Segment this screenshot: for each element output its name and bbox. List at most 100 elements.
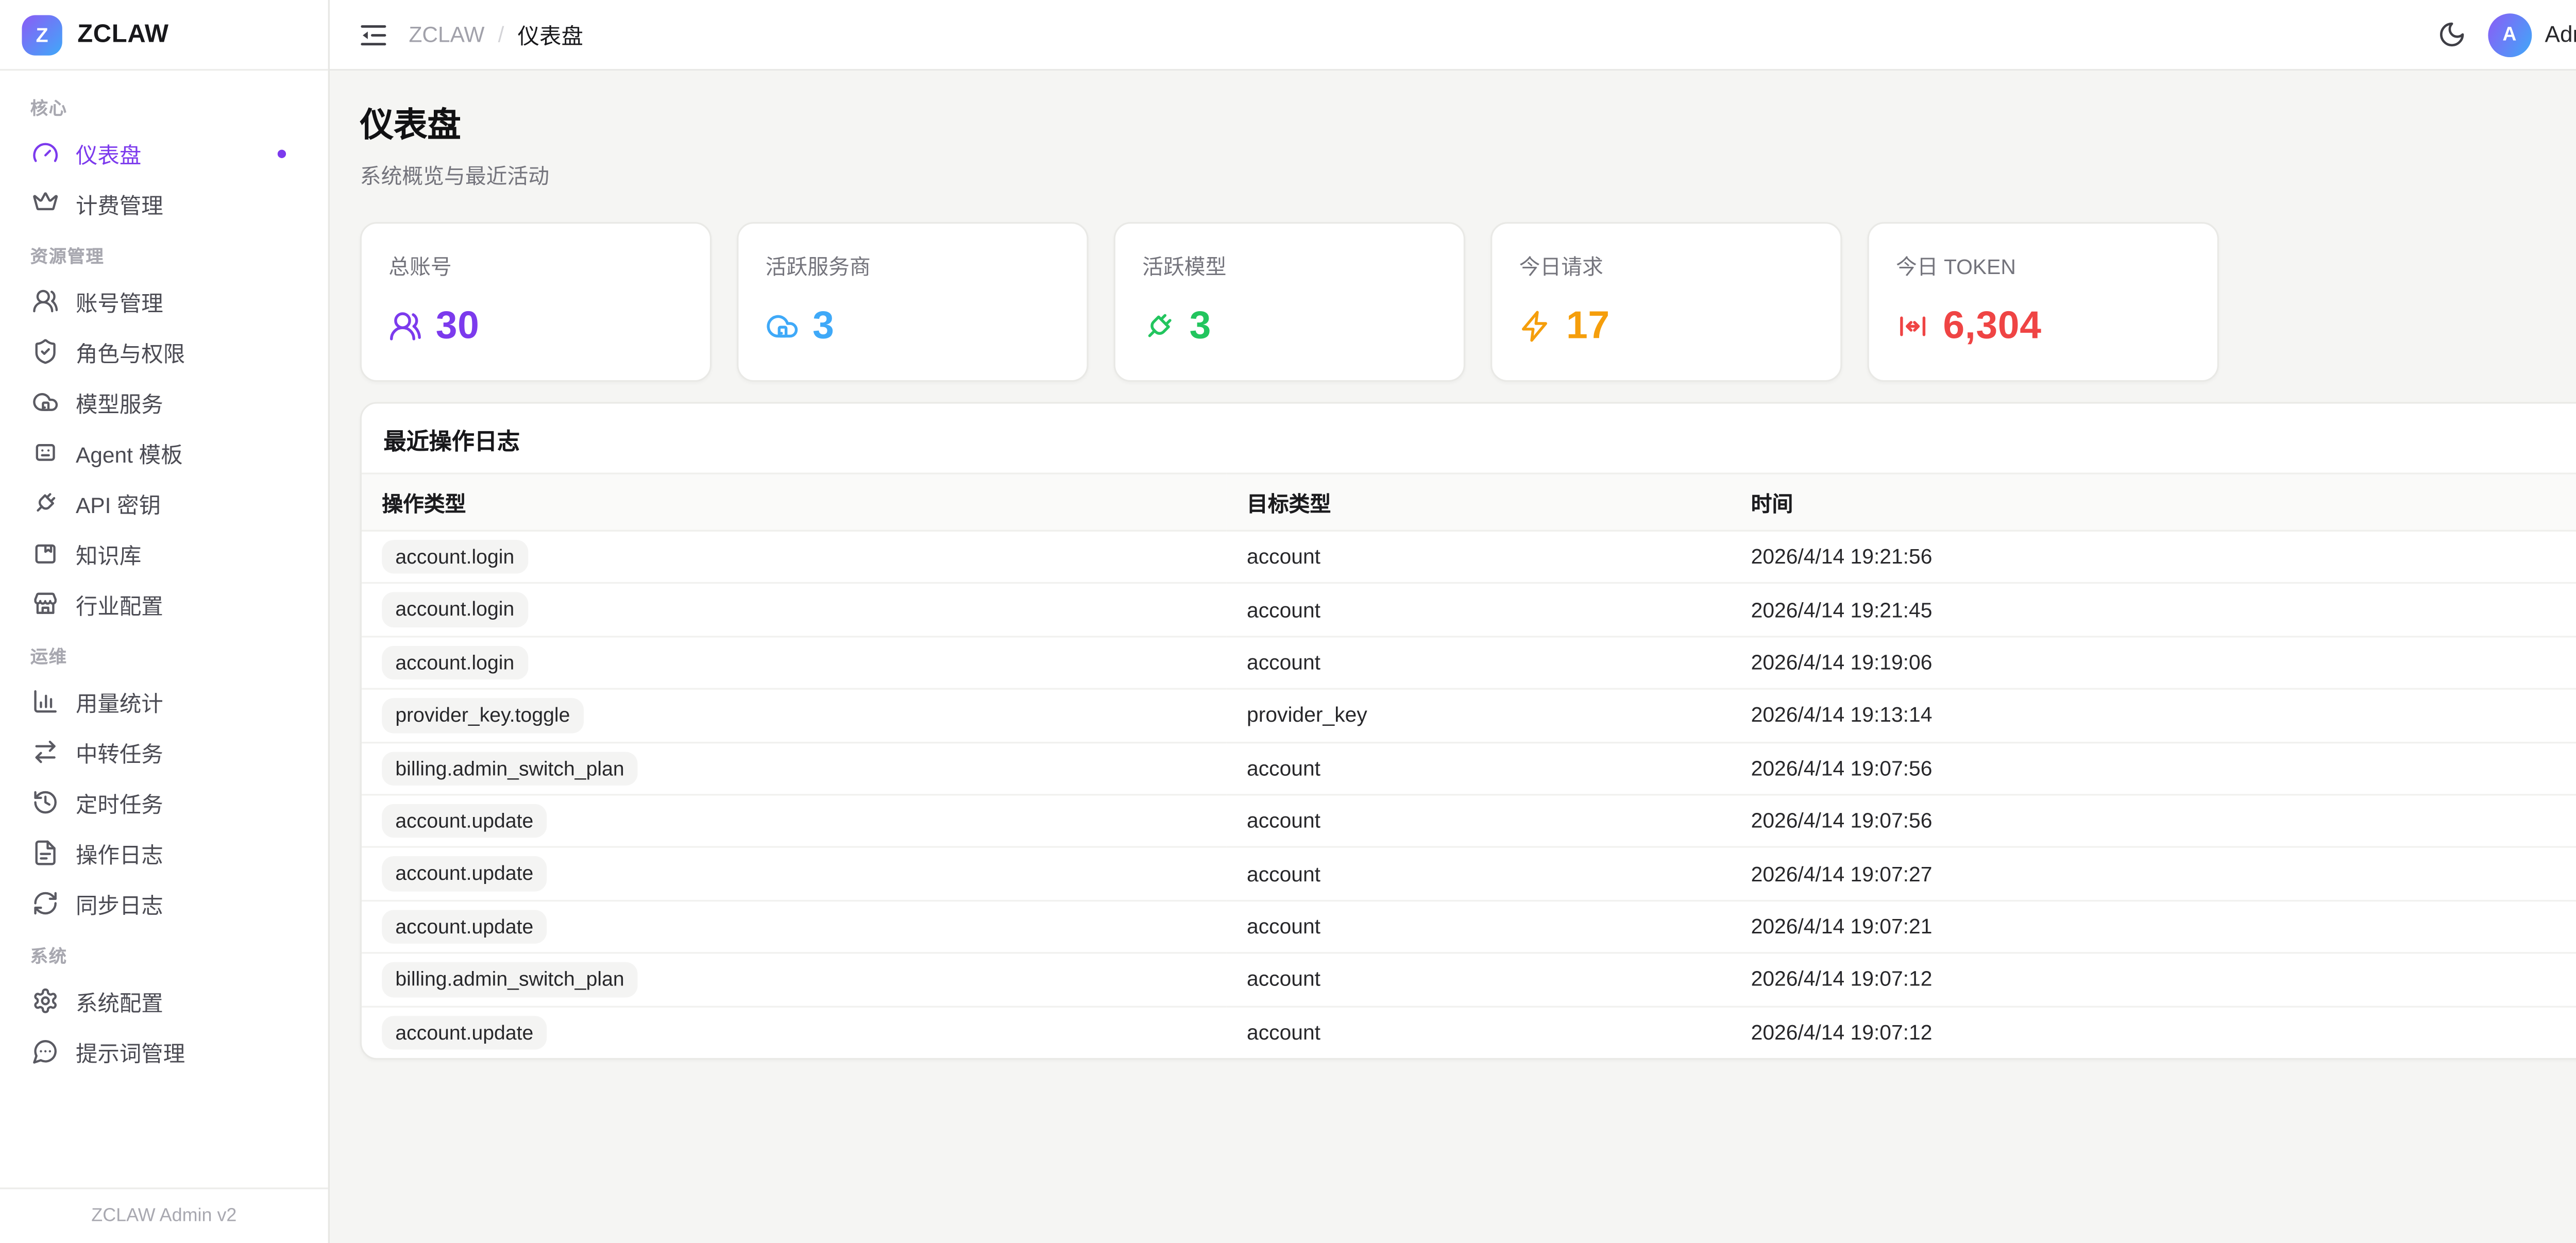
gear-icon: [32, 987, 59, 1014]
sidebar-item-usage-stats[interactable]: 用量统计: [20, 676, 308, 727]
sidebar: Z ZCLAW 核心仪表盘计费管理资源管理账号管理角色与权限模型服务Agent …: [0, 0, 330, 1243]
stat-label: 活跃模型: [1142, 249, 1436, 281]
breadcrumb-separator: /: [498, 22, 504, 47]
time-cell: 2026/4/14 19:07:21: [1731, 900, 2576, 953]
arrows-swap-icon: [32, 738, 59, 765]
time-cell: 2026/4/14 19:07:12: [1731, 953, 2576, 1006]
time-cell: 2026/4/14 19:07:56: [1731, 795, 2576, 848]
target-cell: account: [1227, 742, 1731, 795]
table-row: account.updateaccount2026/4/14 19:07:56: [362, 795, 2576, 848]
sidebar-item-agent-templates[interactable]: Agent 模板: [20, 427, 308, 478]
sidebar-item-dashboard[interactable]: 仪表盘: [20, 128, 308, 178]
dark-mode-toggle-icon[interactable]: [2437, 20, 2466, 49]
sidebar-item-label: 中转任务: [76, 736, 163, 768]
stats-grid: 总账号30活跃服务商3活跃模型3今日请求17今日 TOKEN6,304: [360, 222, 2576, 382]
target-cell: account: [1227, 953, 1731, 1006]
time-cell: 2026/4/14 19:07:56: [1731, 742, 2576, 795]
table-body: account.loginaccount2026/4/14 19:21:56ac…: [362, 531, 2576, 1058]
table-row: billing.admin_switch_planaccount2026/4/1…: [362, 953, 2576, 1006]
file-text-icon: [32, 839, 59, 866]
move-horizontal-icon: [1896, 309, 1929, 342]
table-row: account.loginaccount2026/4/14 19:21:45: [362, 584, 2576, 637]
app-version: ZCLAW Admin v2: [91, 1206, 236, 1226]
sidebar-item-label: 同步日志: [76, 887, 163, 919]
brand[interactable]: Z ZCLAW: [0, 0, 328, 71]
nav-section-label: 运维: [30, 644, 298, 670]
nav-section-label: 系统: [30, 944, 298, 969]
stat-value: 6,304: [1943, 303, 2041, 348]
table-row: account.loginaccount2026/4/14 19:21:56: [362, 531, 2576, 583]
table-row: account.loginaccount2026/4/14 19:19:06: [362, 636, 2576, 689]
time-cell: 2026/4/14 19:07:27: [1731, 847, 2576, 900]
sidebar-item-cron-tasks[interactable]: 定时任务: [20, 777, 308, 828]
sidebar-item-api-keys[interactable]: API 密钥: [20, 478, 308, 528]
sidebar-nav: 核心仪表盘计费管理资源管理账号管理角色与权限模型服务Agent 模板API 密钥…: [0, 71, 328, 1187]
operation-badge: provider_key.toggle: [382, 699, 583, 733]
sidebar-item-label: 角色与权限: [76, 335, 185, 367]
users-icon: [32, 287, 59, 314]
message-dots-icon: [32, 1038, 59, 1065]
stat-card-active-providers: 活跃服务商3: [737, 222, 1088, 382]
time-cell: 2026/4/14 19:21:56: [1731, 531, 2576, 583]
gauge-icon: [32, 140, 59, 166]
operation-badge: account.login: [382, 540, 528, 574]
sidebar-item-label: 系统配置: [76, 985, 163, 1017]
sidebar-item-billing[interactable]: 计费管理: [20, 178, 308, 229]
stat-value-row: 6,304: [1896, 303, 2190, 348]
breadcrumb-root[interactable]: ZCLAW: [409, 22, 484, 47]
user-menu[interactable]: A Admin: [2488, 12, 2576, 56]
operation-badge: account.update: [382, 857, 547, 891]
sidebar-item-industry-config[interactable]: 行业配置: [20, 578, 308, 629]
sidebar-item-label: 用量统计: [76, 686, 163, 718]
target-cell: account: [1227, 584, 1731, 637]
clock-history-icon: [32, 789, 59, 815]
time-cell: 2026/4/14 19:07:12: [1731, 1006, 2576, 1058]
breadcrumb: ZCLAW / 仪表盘: [409, 19, 583, 50]
nav-section-label: 核心: [30, 96, 298, 121]
content: 仪表盘 系统概览与最近活动 总账号30活跃服务商3活跃模型3今日请求17今日 T…: [330, 71, 2576, 1243]
stat-value: 3: [1190, 303, 1211, 348]
stat-label: 总账号: [388, 249, 683, 281]
table-title: 最近操作日志: [362, 404, 2576, 473]
sidebar-item-label: 计费管理: [76, 188, 163, 219]
cable-icon: [1142, 309, 1176, 342]
target-cell: account: [1227, 900, 1731, 953]
sidebar-item-label: 定时任务: [76, 787, 163, 819]
stat-value: 30: [436, 303, 480, 348]
time-cell: 2026/4/14 19:21:45: [1731, 584, 2576, 637]
collapse-sidebar-icon[interactable]: [359, 20, 389, 50]
stat-label: 今日请求: [1519, 249, 1814, 281]
bot-icon: [32, 439, 59, 466]
table-row: account.update account2026/4/14 19:07:21: [362, 900, 2576, 953]
sidebar-item-prompt-management[interactable]: 提示词管理: [20, 1026, 308, 1077]
avatar-initial: A: [2502, 24, 2516, 44]
sidebar-item-label: 知识库: [76, 537, 141, 569]
stat-label: 今日 TOKEN: [1896, 249, 2190, 281]
sidebar-item-relay-tasks[interactable]: 中转任务: [20, 727, 308, 777]
operation-badge: account.update: [382, 804, 547, 839]
sidebar-item-sync-logs[interactable]: 同步日志: [20, 878, 308, 928]
sidebar-item-operation-logs[interactable]: 操作日志: [20, 828, 308, 878]
column-header-time: 时间: [1731, 473, 2576, 531]
table-row: account.updateaccount2026/4/14 19:07:27: [362, 847, 2576, 900]
stat-value-row: 3: [766, 303, 1060, 348]
operation-badge: account.update: [382, 910, 547, 944]
sidebar-item-label: 操作日志: [76, 837, 163, 869]
sidebar-item-model-services[interactable]: 模型服务: [20, 377, 308, 427]
sidebar-item-knowledge-base[interactable]: 知识库: [20, 528, 308, 578]
user-name: Admin: [2545, 22, 2576, 47]
operation-badge: account.update: [382, 1015, 547, 1050]
column-header-operation: 操作类型: [362, 473, 1227, 531]
column-header-target: 目标类型: [1227, 473, 1731, 531]
sidebar-item-system-config[interactable]: 系统配置: [20, 976, 308, 1026]
sidebar-item-accounts[interactable]: 账号管理: [20, 276, 308, 327]
logs-table: 操作类型 目标类型 时间 account.loginaccount2026/4/…: [362, 473, 2576, 1058]
sidebar-item-roles[interactable]: 角色与权限: [20, 326, 308, 377]
stat-value-row: 3: [1142, 303, 1436, 348]
main-area: ZCLAW / 仪表盘 A Admin 仪表盘 系: [330, 0, 2576, 1243]
cloud-server-icon: [32, 388, 59, 415]
cable-icon: [32, 489, 59, 516]
sidebar-item-label: 行业配置: [76, 588, 163, 620]
users-icon: [388, 309, 422, 342]
operation-badge: billing.admin_switch_plan: [382, 751, 638, 786]
